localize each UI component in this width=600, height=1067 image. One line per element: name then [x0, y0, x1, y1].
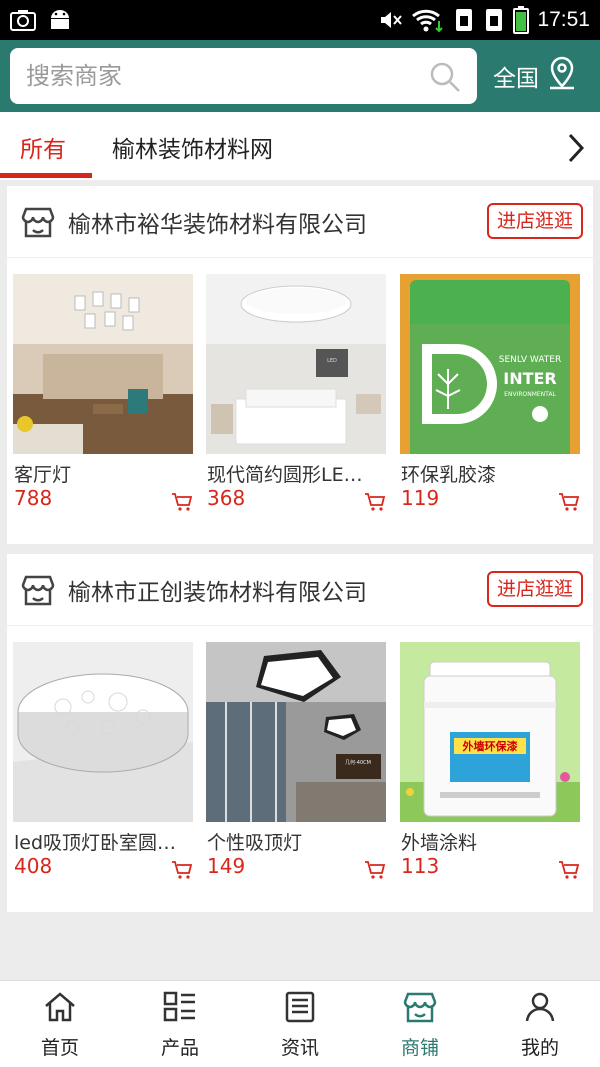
add-to-cart-icon[interactable] — [171, 860, 193, 884]
enter-shop-button[interactable]: 进店逛逛 — [486, 203, 583, 239]
search-icon[interactable] — [429, 61, 461, 97]
category-tabs: 所有 榆林装饰材料网 — [0, 112, 600, 180]
search-input[interactable] — [26, 56, 406, 96]
product-image-living-room-lamp[interactable] — [13, 274, 193, 454]
product-price: 408 — [14, 854, 53, 878]
grid-list-icon — [163, 991, 197, 1027]
location-pin-icon — [547, 56, 577, 96]
store-icon — [21, 573, 55, 611]
shop-card: 榆林市正创装饰材料有限公司 进店逛逛 led吸顶灯卧室圆… 408 几何-40C… — [7, 554, 593, 912]
android-icon — [48, 8, 72, 32]
nav-label: 资讯 — [280, 1037, 319, 1059]
product-item[interactable]: 客厅灯 788 — [13, 274, 193, 511]
product-item[interactable]: LED 现代简约圆形LE… 368 — [206, 274, 386, 511]
enter-shop-button[interactable]: 进店逛逛 — [486, 571, 583, 607]
product-item[interactable]: 外墙环保漆 外墙涂料 113 — [400, 642, 580, 879]
svg-text:ENVIRONMENTAL: ENVIRONMENTAL — [504, 391, 556, 398]
shop-name[interactable]: 榆林市正创装饰材料有限公司 — [68, 573, 367, 607]
product-price: 113 — [401, 854, 440, 878]
svg-text:SENLV WATER: SENLV WATER — [499, 355, 561, 365]
region-label: 全国 — [493, 66, 539, 92]
region-selector[interactable]: 全国 — [493, 56, 577, 96]
search-header: 全国 — [0, 40, 600, 112]
nav-shops[interactable]: 商铺 — [360, 981, 480, 1067]
svg-text:LED: LED — [327, 358, 337, 364]
product-price: 368 — [207, 486, 246, 510]
product-name: 客厅灯 — [14, 464, 72, 486]
clock: 17:51 — [537, 8, 590, 31]
tab-all[interactable]: 所有 — [20, 130, 66, 164]
mute-icon — [379, 8, 403, 32]
svg-text:外墙环保漆: 外墙环保漆 — [462, 739, 518, 753]
battery-icon — [513, 6, 530, 34]
product-name: 现代简约圆形LE… — [207, 464, 363, 486]
product-item[interactable]: SENLV WATER INTER ENVIRONMENTAL 环保乳胶漆 11… — [400, 274, 580, 511]
nav-products[interactable]: 产品 — [120, 981, 240, 1067]
screenshot-icon — [10, 8, 36, 32]
product-price: 149 — [207, 854, 246, 878]
product-image-led-ceiling-light[interactable] — [13, 642, 193, 822]
add-to-cart-icon[interactable] — [558, 492, 580, 516]
sim1-icon — [453, 7, 475, 33]
status-bar: 17:51 — [0, 0, 600, 40]
add-to-cart-icon[interactable] — [558, 860, 580, 884]
shop-card-header: 榆林市裕华装饰材料有限公司 进店逛逛 — [7, 186, 593, 258]
product-item[interactable]: 几何-40CM 个性吸顶灯 149 — [206, 642, 386, 879]
tab-yulin-decoration[interactable]: 榆林装饰材料网 — [112, 130, 273, 164]
chevron-right-icon[interactable] — [566, 132, 586, 168]
product-item[interactable]: led吸顶灯卧室圆… 408 — [13, 642, 193, 879]
add-to-cart-icon[interactable] — [171, 492, 193, 516]
product-name: led吸顶灯卧室圆… — [14, 832, 177, 854]
product-image-exterior-wall-paint[interactable]: 外墙环保漆 — [400, 642, 580, 822]
nav-mine[interactable]: 我的 — [480, 981, 600, 1067]
product-image-latex-paint[interactable]: SENLV WATER INTER ENVIRONMENTAL — [400, 274, 580, 454]
search-box[interactable] — [10, 48, 477, 104]
bottom-navigation: 首页 产品 资讯 商铺 我的 — [0, 980, 600, 1067]
user-icon — [523, 991, 557, 1027]
shop-icon — [403, 991, 437, 1027]
nav-label: 商铺 — [400, 1037, 439, 1059]
product-name: 环保乳胶漆 — [401, 464, 497, 486]
product-image-round-led-ceiling-light[interactable]: LED — [206, 274, 386, 454]
shop-card-header: 榆林市正创装饰材料有限公司 进店逛逛 — [7, 554, 593, 626]
wifi-icon — [411, 7, 445, 33]
product-name: 个性吸顶灯 — [207, 832, 303, 854]
product-price: 788 — [14, 486, 53, 510]
active-tab-indicator — [0, 173, 92, 178]
add-to-cart-icon[interactable] — [364, 492, 386, 516]
home-icon — [43, 991, 77, 1027]
product-image-geometric-ceiling-light[interactable]: 几何-40CM — [206, 642, 386, 822]
product-name: 外墙涂料 — [401, 832, 478, 854]
store-icon — [21, 205, 55, 243]
svg-text:几何-40CM: 几何-40CM — [345, 759, 371, 766]
nav-home[interactable]: 首页 — [0, 981, 120, 1067]
nav-label: 产品 — [160, 1037, 199, 1059]
nav-label: 首页 — [40, 1037, 79, 1059]
nav-news[interactable]: 资讯 — [240, 981, 360, 1067]
svg-text:INTER: INTER — [503, 369, 557, 388]
add-to-cart-icon[interactable] — [364, 860, 386, 884]
news-icon — [283, 991, 317, 1027]
shop-card: 榆林市裕华装饰材料有限公司 进店逛逛 客厅灯 788 LED 现代简约圆形LE…… — [7, 186, 593, 544]
sim2-icon — [483, 7, 505, 33]
product-price: 119 — [401, 486, 440, 510]
shop-name[interactable]: 榆林市裕华装饰材料有限公司 — [68, 205, 367, 239]
nav-label: 我的 — [520, 1037, 559, 1059]
